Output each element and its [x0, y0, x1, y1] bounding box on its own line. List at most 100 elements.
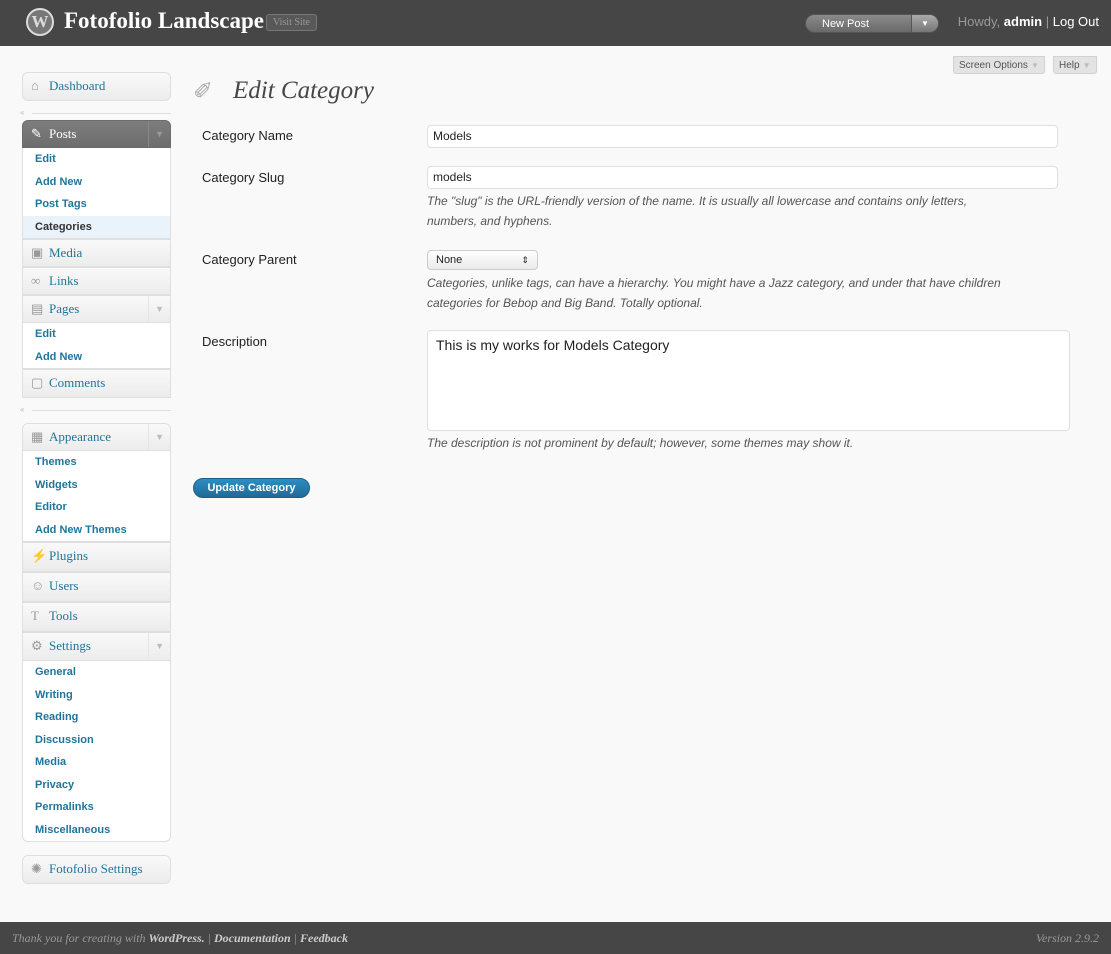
wordpress-link[interactable]: WordPress.: [149, 931, 205, 945]
dropdown-arrow-icon[interactable]: ▼: [911, 15, 938, 32]
sidebar-item-media[interactable]: ▣ Media: [22, 239, 171, 267]
user-separator: |: [1045, 14, 1050, 29]
sidebar-item-settings[interactable]: ⚙ Settings ▼: [22, 632, 171, 661]
sidebar-item-label[interactable]: Posts: [49, 126, 76, 141]
sidebar-item-pages[interactable]: ▤ Pages ▼: [22, 295, 171, 323]
plug-icon: ⚡: [31, 548, 48, 563]
user-info: Howdy, admin | Log Out: [958, 14, 1099, 29]
sidebar-item-label[interactable]: Pages: [49, 301, 79, 316]
submenu-item-permalinks[interactable]: Permalinks: [23, 796, 170, 819]
sidebar-item-label[interactable]: Media: [49, 245, 82, 260]
submenu-item-writing[interactable]: Writing: [23, 684, 170, 707]
pushpin-icon: ✐: [193, 78, 214, 105]
screen-options-button[interactable]: Screen Options ▼: [953, 56, 1045, 74]
version-text: Version 2.9.2: [1036, 931, 1099, 945]
submenu-item-edit-posts[interactable]: Edit: [23, 148, 170, 171]
description-help: The description is not prominent by defa…: [427, 436, 854, 450]
footer-separator: |: [293, 931, 297, 945]
submenu-item-edit-pages[interactable]: Edit: [23, 323, 170, 346]
category-name-label: Category Name: [202, 128, 294, 143]
appearance-submenu: Themes Widgets Editor Add New Themes: [22, 451, 171, 542]
help-label[interactable]: Help: [1059, 60, 1080, 71]
update-category-button[interactable]: Update Category: [193, 478, 310, 498]
submenu-item-privacy[interactable]: Privacy: [23, 774, 170, 797]
category-parent-selected[interactable]: None: [436, 254, 462, 266]
admin-header: W Fotofolio Landscape Visit Site New Pos…: [0, 0, 1111, 46]
chevron-down-icon: ▼: [1030, 61, 1039, 70]
username-link[interactable]: admin: [1004, 14, 1042, 29]
submenu-item-editor[interactable]: Editor: [23, 496, 170, 519]
submenu-item-themes[interactable]: Themes: [23, 451, 170, 474]
category-parent-select[interactable]: None ⇕: [427, 250, 538, 270]
page-title: Edit Category: [233, 77, 374, 104]
submenu-item-general[interactable]: General: [23, 661, 170, 684]
select-arrows-icon: ⇕: [521, 255, 529, 265]
sidebar-item-label[interactable]: Plugins: [49, 548, 88, 563]
users-icon: ☺: [31, 578, 45, 593]
chevron-down-icon[interactable]: ▼: [148, 424, 164, 450]
home-icon: ⌂: [31, 78, 39, 93]
submenu-item-add-new-themes[interactable]: Add New Themes: [23, 519, 170, 542]
collapse-arrow-icon[interactable]: «: [20, 108, 24, 117]
category-slug-label: Category Slug: [202, 170, 285, 185]
sidebar-item-label[interactable]: Fotofolio Settings: [49, 861, 143, 876]
sidebar-item-fotofolio-settings[interactable]: ✺ Fotofolio Settings: [22, 855, 171, 884]
submenu-item-add-new-post[interactable]: Add New: [23, 171, 170, 194]
category-parent-help-line-2: categories for Bebop and Big Band. Total…: [427, 296, 703, 310]
link-icon: ∞: [31, 273, 41, 288]
documentation-link[interactable]: Documentation: [214, 931, 291, 945]
sidebar-item-label[interactable]: Tools: [49, 608, 78, 623]
sidebar-item-label[interactable]: Links: [49, 273, 79, 288]
sidebar-item-tools[interactable]: T Tools: [22, 602, 171, 632]
site-title: Fotofolio Landscape: [64, 8, 264, 33]
submenu-item-categories[interactable]: Categories: [23, 215, 170, 238]
sidebar-item-label[interactable]: Dashboard: [49, 78, 105, 93]
sidebar-item-users[interactable]: ☺ Users: [22, 572, 171, 602]
sidebar-item-dashboard[interactable]: ⌂ Dashboard: [22, 72, 171, 101]
description-label: Description: [202, 334, 268, 349]
sidebar-item-plugins[interactable]: ⚡ Plugins: [22, 542, 171, 572]
description-textarea[interactable]: This is my works for Models Category: [427, 330, 1070, 431]
appearance-icon: ▦: [31, 429, 44, 444]
sidebar-item-comments[interactable]: ▢ Comments: [22, 369, 171, 398]
sidebar-item-label[interactable]: Users: [49, 578, 79, 593]
sidebar-item-label[interactable]: Comments: [49, 375, 105, 390]
category-slug-help-line-1: The "slug" is the URL-friendly version o…: [427, 194, 968, 208]
posts-submenu: Edit Add New Post Tags Categories: [22, 148, 171, 239]
submenu-item-post-tags[interactable]: Post Tags: [23, 193, 170, 216]
submenu-item-widgets[interactable]: Widgets: [23, 474, 170, 497]
pages-submenu: Edit Add New: [22, 323, 171, 369]
category-name-input[interactable]: Models: [427, 125, 1058, 148]
collapse-arrow-icon[interactable]: «: [20, 405, 24, 414]
submenu-item-discussion[interactable]: Discussion: [23, 729, 170, 752]
visit-site-button[interactable]: Visit Site: [266, 14, 317, 31]
menu-separator: «: [20, 101, 171, 120]
new-post-button[interactable]: New Post ▼: [805, 14, 939, 33]
tools-icon: T: [31, 608, 39, 623]
gear-icon: ✺: [31, 861, 42, 876]
submenu-item-add-new-page[interactable]: Add New: [23, 346, 170, 369]
category-parent-label: Category Parent: [202, 252, 297, 267]
footer-separator: |: [207, 931, 211, 945]
chevron-down-icon[interactable]: ▼: [148, 296, 164, 322]
pages-icon: ▤: [31, 301, 44, 316]
submenu-item-miscellaneous[interactable]: Miscellaneous: [23, 819, 170, 842]
submenu-item-reading[interactable]: Reading: [23, 706, 170, 729]
help-button[interactable]: Help ▼: [1053, 56, 1097, 74]
sidebar-item-label[interactable]: Settings: [49, 638, 91, 653]
chevron-down-icon[interactable]: ▼: [148, 121, 164, 147]
sidebar-item-label[interactable]: Appearance: [49, 429, 111, 444]
new-post-label[interactable]: New Post: [822, 18, 869, 30]
submenu-item-media-settings[interactable]: Media: [23, 751, 170, 774]
sidebar-item-posts[interactable]: ✎ Posts ▼: [22, 120, 171, 148]
sidebar-item-links[interactable]: ∞ Links: [22, 267, 171, 295]
logout-link[interactable]: Log Out: [1053, 14, 1099, 29]
wordpress-logo-icon: W: [26, 8, 54, 36]
screen-options-label[interactable]: Screen Options: [959, 60, 1028, 71]
category-slug-input[interactable]: models: [427, 166, 1058, 189]
feedback-link[interactable]: Feedback: [300, 931, 348, 945]
sidebar-item-appearance[interactable]: ▦ Appearance ▼: [22, 423, 171, 451]
settings-submenu: General Writing Reading Discussion Media…: [22, 661, 171, 842]
footer-credits: Thank you for creating with WordPress. |…: [12, 931, 348, 946]
chevron-down-icon[interactable]: ▼: [148, 633, 164, 659]
